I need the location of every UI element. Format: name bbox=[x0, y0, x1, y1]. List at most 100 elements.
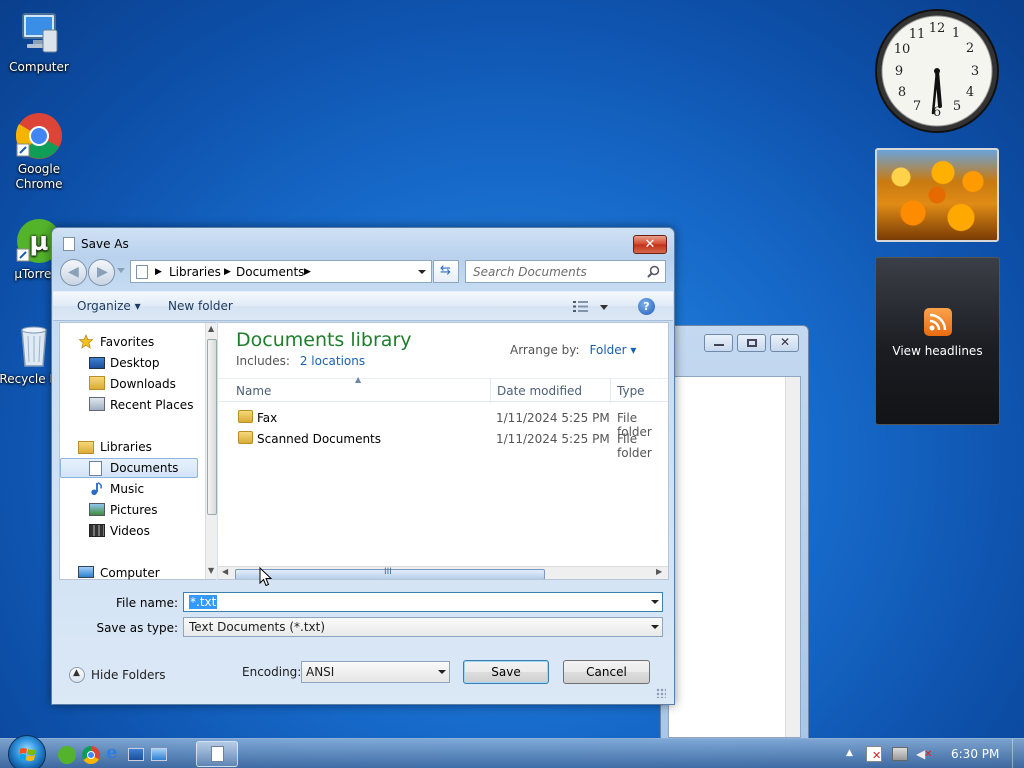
breadcrumb-separator: ▶ bbox=[155, 267, 162, 277]
nav-label: Videos bbox=[110, 524, 150, 538]
show-desktop-button[interactable] bbox=[1012, 739, 1024, 768]
file-list-pane[interactable]: Documents library Includes: 2 locations … bbox=[218, 322, 669, 580]
pictures-icon bbox=[89, 503, 105, 516]
sort-arrow-icon: ▲ bbox=[355, 375, 362, 384]
nav-item-desktop[interactable]: Desktop bbox=[60, 353, 198, 373]
save-as-type-dropdown-arrow[interactable] bbox=[651, 625, 659, 629]
view-options-dropdown[interactable] bbox=[600, 305, 608, 310]
encoding-dropdown-arrow[interactable] bbox=[438, 670, 446, 674]
maximize-button[interactable] bbox=[737, 334, 766, 352]
close-button[interactable]: ✕ bbox=[633, 235, 667, 254]
nav-item-favorites[interactable]: Favorites bbox=[60, 332, 198, 352]
resize-grip-icon[interactable] bbox=[656, 688, 666, 698]
nav-label: Music bbox=[110, 482, 145, 496]
desktop-icon-computer[interactable]: Computer bbox=[1, 10, 77, 75]
new-folder-button[interactable]: New folder bbox=[168, 299, 233, 313]
nav-item-libraries[interactable]: Libraries bbox=[60, 437, 198, 457]
clock-number: 1 bbox=[952, 26, 960, 41]
volume-muted-icon[interactable]: ◀ ✕ bbox=[916, 747, 932, 761]
clock-number: 7 bbox=[913, 99, 921, 114]
table-row[interactable]: Fax 1/11/2024 5:25 PM File folder bbox=[218, 407, 668, 439]
refresh-icon: ⇆ bbox=[440, 263, 451, 278]
file-name-dropdown-arrow[interactable] bbox=[651, 600, 659, 604]
cancel-button[interactable]: Cancel bbox=[563, 660, 650, 684]
help-button[interactable]: ? bbox=[638, 298, 655, 315]
nav-item-music[interactable]: Music bbox=[60, 479, 198, 499]
save-button[interactable]: Save bbox=[463, 660, 549, 684]
close-button[interactable]: ✕ bbox=[770, 334, 799, 352]
nav-item-documents[interactable]: Documents bbox=[60, 458, 198, 478]
clock-number: 2 bbox=[966, 41, 974, 56]
back-button[interactable]: ◀ bbox=[60, 259, 87, 286]
organize-button[interactable]: Organize ▾ bbox=[77, 299, 141, 313]
scroll-up-arrow-icon[interactable]: ▲ bbox=[208, 324, 214, 333]
save-as-type-select[interactable]: Text Documents (*.txt) bbox=[183, 617, 663, 637]
network-status-icon[interactable] bbox=[892, 747, 908, 761]
navigation-pane[interactable]: Favorites Desktop Downloads Recent Place… bbox=[59, 322, 217, 583]
nav-item-recent-places[interactable]: Recent Places bbox=[60, 395, 198, 415]
nav-label: Downloads bbox=[110, 377, 176, 391]
command-bar: Organize ▾ New folder ? bbox=[53, 291, 673, 321]
clock-gadget[interactable]: 12 1 2 3 4 5 6 7 8 9 10 11 bbox=[874, 8, 1000, 134]
locations-link[interactable]: 2 locations bbox=[300, 354, 365, 368]
nav-vertical-scrollbar[interactable]: ▲ ▼ bbox=[205, 323, 217, 579]
nav-item-computer[interactable]: Computer bbox=[60, 563, 198, 583]
scroll-thumb[interactable] bbox=[207, 339, 217, 515]
internet-explorer-icon[interactable]: e bbox=[106, 742, 124, 763]
show-hidden-icons-button[interactable]: ▲ bbox=[846, 748, 853, 758]
vertical-scrollbar[interactable] bbox=[785, 377, 800, 737]
feed-headlines-gadget[interactable]: View headlines bbox=[875, 257, 1000, 425]
table-row[interactable]: Scanned Documents 1/11/2024 5:25 PM File… bbox=[218, 428, 668, 460]
forward-button[interactable]: ▶ bbox=[88, 259, 115, 286]
chrome-taskbar-icon[interactable] bbox=[82, 746, 100, 764]
search-icon bbox=[647, 265, 660, 278]
notepad-taskbar-button[interactable] bbox=[196, 741, 238, 767]
column-header-date-modified[interactable]: Date modified bbox=[497, 384, 582, 398]
file-name-input[interactable]: *.txt bbox=[183, 592, 663, 612]
column-header-name[interactable]: Name bbox=[236, 384, 271, 398]
address-dropdown-arrow[interactable] bbox=[418, 270, 426, 274]
search-input[interactable]: Search Documents bbox=[473, 265, 587, 279]
horizontal-scrollbar[interactable]: ◀ III ▶ bbox=[218, 566, 668, 579]
column-header-type[interactable]: Type bbox=[617, 384, 645, 398]
utorrent-taskbar-icon[interactable] bbox=[58, 746, 76, 764]
recent-places-icon bbox=[89, 397, 105, 411]
desktop-icon-chrome[interactable]: Google Chrome bbox=[1, 112, 77, 192]
network-taskbar-icon[interactable] bbox=[151, 748, 167, 761]
arrange-by-dropdown[interactable]: Folder ▾ bbox=[590, 343, 637, 357]
refresh-button[interactable]: ⇆ bbox=[433, 260, 459, 283]
file-name-value: *.txt bbox=[189, 595, 218, 609]
action-center-icon[interactable]: ✕ bbox=[866, 746, 882, 762]
notepad-text-area[interactable] bbox=[668, 376, 801, 738]
search-box[interactable]: Search Documents bbox=[465, 260, 666, 283]
desktop-taskbar-icon[interactable] bbox=[128, 748, 144, 761]
scroll-right-arrow-icon[interactable]: ▶ bbox=[656, 567, 662, 576]
notepad-icon bbox=[211, 746, 224, 762]
star-icon bbox=[78, 334, 94, 349]
start-button[interactable] bbox=[8, 735, 46, 768]
breadcrumb-libraries[interactable]: Libraries bbox=[169, 265, 221, 279]
nav-item-pictures[interactable]: Pictures bbox=[60, 500, 198, 520]
nav-label: Desktop bbox=[110, 356, 160, 370]
scroll-left-arrow-icon[interactable]: ◀ bbox=[222, 567, 228, 576]
documents-icon bbox=[89, 461, 102, 476]
nav-item-downloads[interactable]: Downloads bbox=[60, 374, 198, 394]
address-bar[interactable]: ▶ Libraries ▶ Documents ▶ bbox=[130, 260, 432, 283]
nav-item-videos[interactable]: Videos bbox=[60, 521, 198, 541]
system-clock[interactable]: 6:30 PM bbox=[951, 747, 999, 761]
slideshow-gadget[interactable] bbox=[875, 148, 999, 242]
scroll-thumb[interactable]: III bbox=[235, 567, 545, 579]
hide-folders-label: Hide Folders bbox=[91, 668, 166, 682]
minimize-button[interactable] bbox=[704, 334, 733, 352]
scroll-down-arrow-icon[interactable]: ▼ bbox=[208, 566, 214, 575]
hide-folders-toggle[interactable]: ▲ Hide Folders bbox=[69, 667, 179, 685]
recent-pages-dropdown[interactable] bbox=[117, 268, 125, 273]
downloads-icon bbox=[89, 376, 105, 390]
save-as-dialog[interactable]: Save As ✕ ◀ ▶ ▶ Libraries ▶ Documents ▶ … bbox=[51, 227, 675, 705]
file-date: 1/11/2024 5:25 PM bbox=[496, 411, 610, 425]
notepad-window[interactable]: ✕ bbox=[660, 325, 809, 739]
breadcrumb-documents[interactable]: Documents bbox=[236, 265, 304, 279]
encoding-select[interactable]: ANSI bbox=[301, 661, 450, 683]
view-options-icon[interactable] bbox=[573, 300, 589, 313]
grip-icon: III bbox=[384, 567, 392, 577]
